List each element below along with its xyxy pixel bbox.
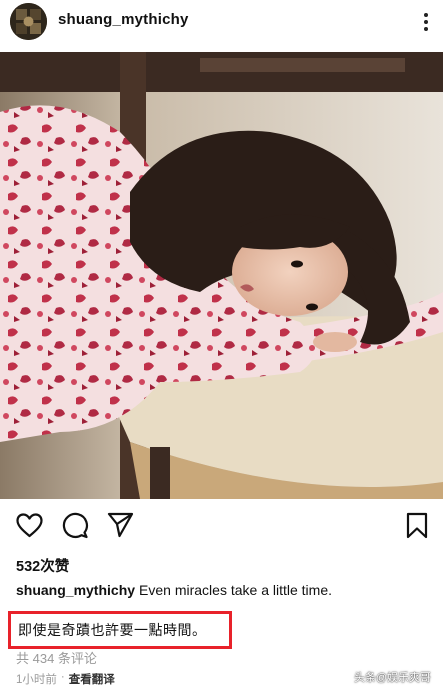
caption-translation: 即使是奇蹟也許要一點時間。 — [18, 622, 207, 638]
meta-separator: · — [60, 671, 65, 683]
see-translation-link[interactable]: 查看翻译 — [69, 671, 115, 687]
likes-count[interactable]: 532次赞 — [16, 555, 69, 576]
action-bar — [0, 510, 443, 544]
view-comments-link[interactable]: 共 434 条评论 — [16, 648, 97, 667]
post-meta: 1小时前 · 查看翻译 — [16, 671, 115, 687]
comment-icon[interactable] — [60, 510, 90, 540]
caption-text: Even miracles take a little time. — [139, 582, 332, 598]
bookmark-icon[interactable] — [402, 510, 432, 540]
caption-username[interactable]: shuang_mythichy — [16, 582, 135, 598]
post-time: 1小时前 — [16, 674, 57, 686]
post-username[interactable]: shuang_mythichy — [58, 11, 189, 28]
post-photo[interactable] — [0, 52, 443, 499]
send-icon[interactable] — [105, 510, 135, 540]
avatar-image — [10, 3, 47, 40]
avatar[interactable] — [10, 3, 47, 40]
post-header: shuang_mythichy — [0, 0, 443, 48]
more-dots-icon[interactable] — [423, 12, 429, 32]
caption: shuang_mythichy Even miracles take a litt… — [16, 580, 436, 600]
heart-icon[interactable] — [14, 510, 44, 540]
watermark: 头条@娱乐爽哥 — [353, 672, 431, 684]
photo-illustration — [0, 52, 443, 499]
